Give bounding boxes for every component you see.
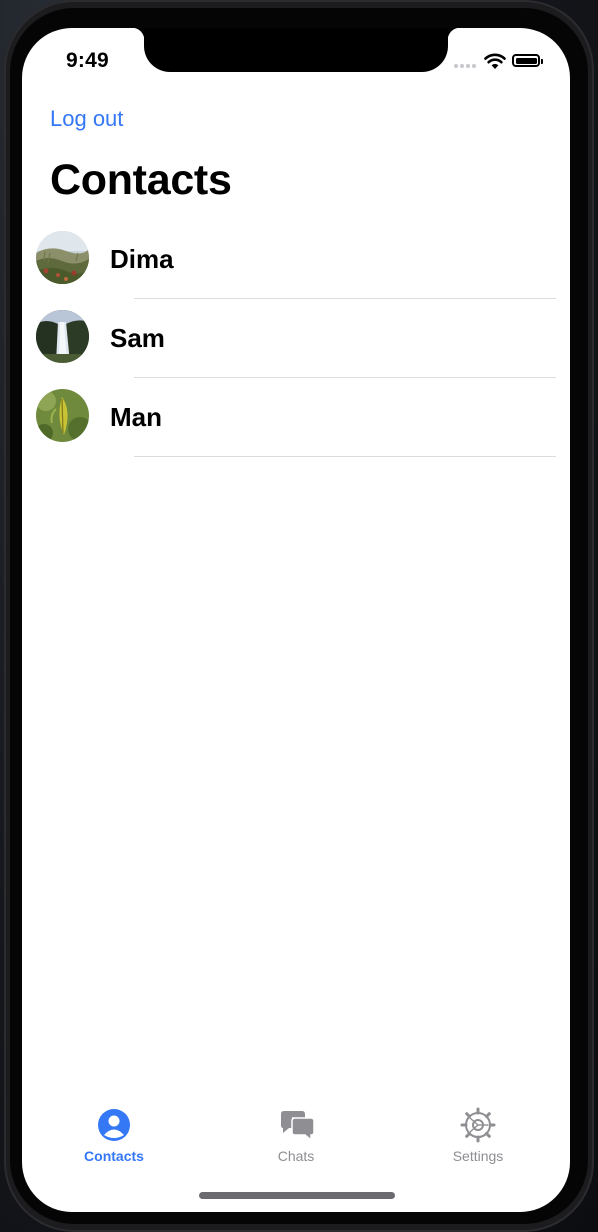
device-background: 9:49 Log out Contacts Dima Sam Man Conta…	[0, 0, 598, 1232]
avatar	[36, 231, 89, 284]
status-time: 9:49	[66, 49, 109, 72]
logout-button[interactable]: Log out	[50, 106, 123, 132]
wifi-icon	[484, 53, 506, 69]
contact-row-dima[interactable]: Dima	[22, 220, 570, 299]
chat-bubbles-icon	[281, 1111, 315, 1142]
tab-label: Contacts	[84, 1148, 144, 1164]
battery-icon	[512, 54, 543, 67]
tab-label: Settings	[452, 1148, 504, 1164]
contact-name: Sam	[110, 323, 165, 353]
tab-bar: Contacts Chats Settings	[22, 1102, 570, 1172]
avatar	[36, 389, 89, 442]
contact-row-sam[interactable]: Sam	[22, 299, 570, 378]
row-separator	[134, 456, 556, 457]
tab-settings[interactable]: Settings	[418, 1102, 538, 1172]
screen: 9:49 Log out Contacts Dima Sam Man Conta…	[22, 28, 570, 1212]
contact-row-man[interactable]: Man	[22, 378, 570, 457]
tab-chats[interactable]: Chats	[236, 1102, 356, 1172]
person-circle-icon	[98, 1109, 130, 1141]
notch	[132, 28, 460, 72]
cellular-signal-icon	[454, 64, 476, 68]
tab-label: Chats	[277, 1148, 315, 1164]
avatar	[36, 310, 89, 363]
page-title: Contacts	[50, 156, 232, 204]
tab-contacts[interactable]: Contacts	[54, 1102, 174, 1172]
home-indicator[interactable]	[199, 1192, 395, 1199]
contact-name: Dima	[110, 244, 174, 274]
contacts-list: Dima Sam Man	[22, 220, 570, 457]
gear-icon	[460, 1107, 496, 1143]
contact-name: Man	[110, 402, 162, 432]
